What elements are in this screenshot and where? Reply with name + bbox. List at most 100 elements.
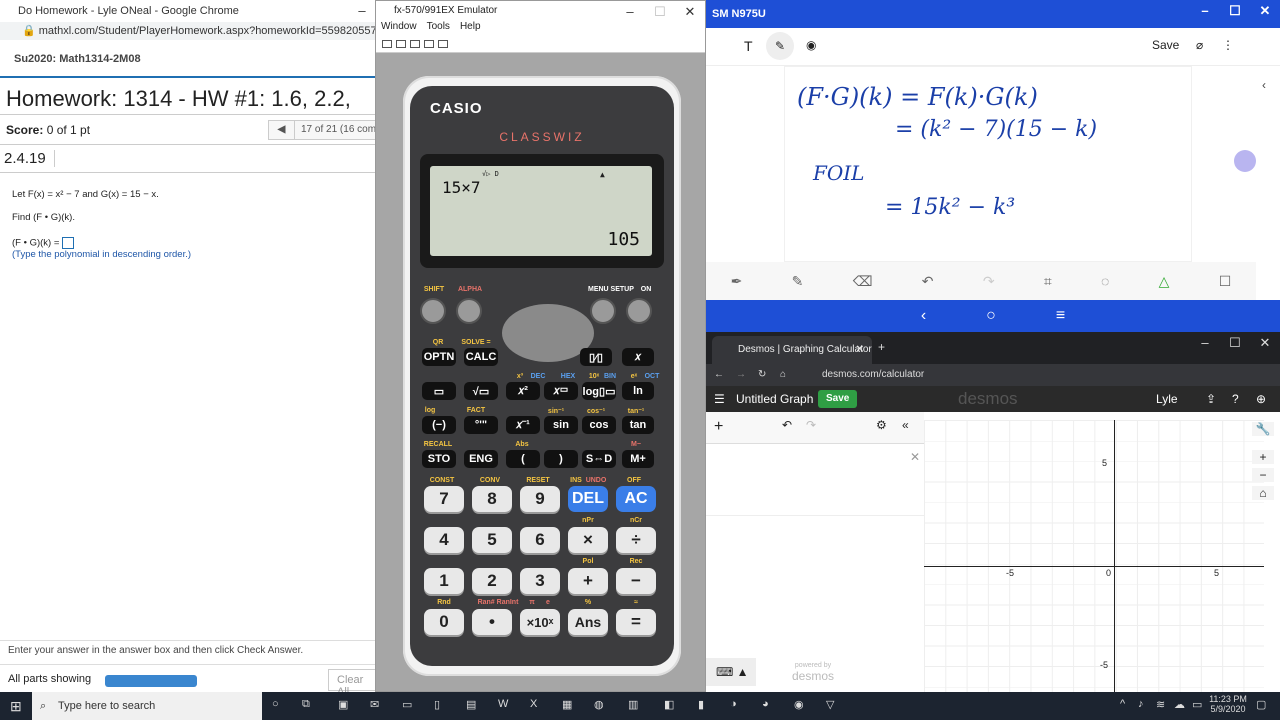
divide-key[interactable]: ÷ bbox=[616, 527, 656, 553]
minimize-button[interactable]: – bbox=[347, 0, 377, 22]
new-tab-icon[interactable]: + bbox=[878, 340, 885, 354]
key-4[interactable]: 4 bbox=[424, 527, 464, 553]
attach-icon[interactable]: ⌀ bbox=[1196, 38, 1203, 52]
eraser-icon[interactable]: ⌫ bbox=[853, 273, 873, 290]
mail-icon[interactable]: ✉ bbox=[370, 698, 379, 711]
menu-icon[interactable]: ☰ bbox=[714, 386, 725, 412]
left-paren-key[interactable]: ( bbox=[506, 450, 540, 468]
key-9[interactable]: 9 bbox=[520, 486, 560, 512]
toolbar-icon[interactable] bbox=[438, 39, 448, 48]
close-button[interactable]: ✕ bbox=[1250, 332, 1280, 354]
app-icon[interactable]: ▽ bbox=[826, 698, 834, 711]
wrench-icon[interactable]: 🔧 bbox=[1252, 422, 1274, 436]
app-icon[interactable]: ◍ bbox=[594, 698, 604, 711]
power-key[interactable]: 𝑥▭ bbox=[544, 382, 578, 400]
task-view-icon[interactable]: ⧉ bbox=[302, 698, 310, 711]
ans-key[interactable]: Ans bbox=[568, 609, 608, 635]
degree-key[interactable]: °'" bbox=[464, 416, 498, 434]
del-key[interactable]: DEL bbox=[568, 486, 608, 512]
firefox-icon[interactable]: ◕ bbox=[762, 698, 769, 710]
alpha-key[interactable] bbox=[456, 298, 482, 324]
add-expression-icon[interactable]: + bbox=[714, 418, 723, 436]
tray-chevron-icon[interactable]: ^ bbox=[1120, 698, 1125, 710]
notes-icon[interactable]: ▦ bbox=[562, 698, 572, 711]
maximize-button[interactable]: ☐ bbox=[645, 1, 675, 23]
menu-tools[interactable]: Tools bbox=[427, 21, 450, 35]
fraction-bar-key[interactable]: ▭ bbox=[422, 382, 456, 400]
desmos-address-bar[interactable]: ← → ↻ ⌂ desmos.com/calculator bbox=[706, 364, 1280, 386]
on-key[interactable] bbox=[626, 298, 652, 324]
add-key[interactable]: + bbox=[568, 568, 608, 594]
home-view-icon[interactable]: ⌂ bbox=[1252, 486, 1274, 500]
shift-key[interactable] bbox=[420, 298, 446, 324]
zoom-in-icon[interactable]: + bbox=[1252, 450, 1274, 464]
excel-icon[interactable]: X bbox=[530, 698, 537, 710]
app-icon[interactable]: ▣ bbox=[338, 698, 348, 711]
menu-key[interactable] bbox=[590, 298, 616, 324]
ln-key[interactable]: ln bbox=[622, 382, 654, 400]
toolbar-icon[interactable] bbox=[424, 39, 434, 48]
shape-icon[interactable]: △ bbox=[1159, 273, 1170, 290]
key-2[interactable]: 2 bbox=[472, 568, 512, 594]
notes-save-button[interactable]: Save bbox=[1152, 38, 1179, 52]
close-button[interactable]: ✕ bbox=[1250, 0, 1280, 22]
help-icon[interactable]: ? bbox=[1232, 386, 1239, 412]
checkbox-icon[interactable]: ☐ bbox=[1219, 273, 1232, 290]
lasso-icon[interactable]: ◌ bbox=[1101, 273, 1109, 289]
back-icon[interactable]: ‹ bbox=[921, 307, 926, 325]
graph-paper[interactable]: 5 -5 -5 0 5 bbox=[924, 420, 1264, 692]
ac-key[interactable]: AC bbox=[616, 486, 656, 512]
file-explorer-icon[interactable]: ▭ bbox=[402, 698, 412, 711]
word-icon[interactable]: W bbox=[498, 698, 508, 710]
key-6[interactable]: 6 bbox=[520, 527, 560, 553]
keypad-toggle[interactable]: ⌨ ▲ bbox=[706, 658, 756, 686]
home-icon[interactable]: ○ bbox=[986, 307, 996, 325]
optn-key[interactable]: OPTN bbox=[422, 348, 456, 366]
fraction-key[interactable]: ▯⁄▯ bbox=[580, 348, 612, 366]
forward-arrow-icon[interactable]: → bbox=[736, 364, 746, 386]
calculator-taskbar-icon[interactable]: ▮ bbox=[698, 698, 704, 711]
desmos-save-button[interactable]: Save bbox=[818, 390, 858, 408]
collapse-panel-icon[interactable]: « bbox=[902, 418, 909, 432]
clear-all-button[interactable]: Clear All bbox=[328, 669, 378, 698]
s-d-key[interactable]: S⇔D bbox=[582, 450, 616, 468]
key-3[interactable]: 3 bbox=[520, 568, 560, 594]
address-bar[interactable]: 🔒 mathxl.com/Student/PlayerHomework.aspx… bbox=[0, 22, 377, 40]
equals-key[interactable]: = bbox=[616, 609, 656, 635]
tab-desmos[interactable]: Desmos | Graphing Calculator ✕ bbox=[712, 336, 872, 364]
text-convert-icon[interactable]: ⌗ bbox=[1044, 273, 1052, 290]
minimize-button[interactable]: – bbox=[1190, 0, 1220, 22]
notification-icon[interactable]: ▢ bbox=[1256, 698, 1266, 711]
reload-icon[interactable]: ↻ bbox=[758, 364, 766, 386]
text-tool-icon[interactable]: T bbox=[744, 38, 753, 54]
edge-icon[interactable]: ◑ bbox=[730, 698, 737, 710]
chrome-icon[interactable]: ◉ bbox=[794, 698, 804, 711]
palette-icon[interactable]: ◉ bbox=[806, 38, 816, 52]
key-1[interactable]: 1 bbox=[424, 568, 464, 594]
close-button[interactable]: ✕ bbox=[675, 1, 705, 23]
clock[interactable]: 11:23 PM 5/9/2020 bbox=[1208, 694, 1248, 714]
network-icon[interactable]: ≋ bbox=[1156, 698, 1165, 711]
redo-icon[interactable]: ↷ bbox=[983, 273, 995, 290]
expression-input[interactable]: ✕ bbox=[706, 446, 924, 516]
key-5[interactable]: 5 bbox=[472, 527, 512, 553]
sqrt-key[interactable]: √▭ bbox=[464, 382, 498, 400]
subtract-key[interactable]: − bbox=[616, 568, 656, 594]
back-arrow-icon[interactable]: ← bbox=[714, 364, 724, 386]
undo-icon[interactable]: ↶ bbox=[922, 273, 934, 290]
cos-key[interactable]: cos bbox=[582, 416, 616, 434]
eng-key[interactable]: ENG bbox=[464, 450, 498, 468]
menu-window[interactable]: Window bbox=[381, 21, 417, 35]
inverse-key[interactable]: 𝑥⁻¹ bbox=[506, 416, 540, 434]
x-key[interactable]: 𝑥 bbox=[622, 348, 654, 366]
menu-help[interactable]: Help bbox=[460, 21, 481, 35]
prev-question-button[interactable]: ◀ bbox=[269, 121, 295, 139]
redo-icon[interactable]: ↷ bbox=[806, 418, 816, 432]
toolbar-icon[interactable] bbox=[410, 39, 420, 48]
right-paren-key[interactable]: ) bbox=[544, 450, 578, 468]
answer-input[interactable] bbox=[62, 237, 75, 249]
pen-mode-icon[interactable]: ✎ bbox=[766, 32, 794, 60]
home-icon[interactable]: ⌂ bbox=[780, 364, 786, 386]
cortana-icon[interactable]: ○ bbox=[272, 698, 279, 710]
zoom-out-icon[interactable]: − bbox=[1252, 468, 1274, 482]
